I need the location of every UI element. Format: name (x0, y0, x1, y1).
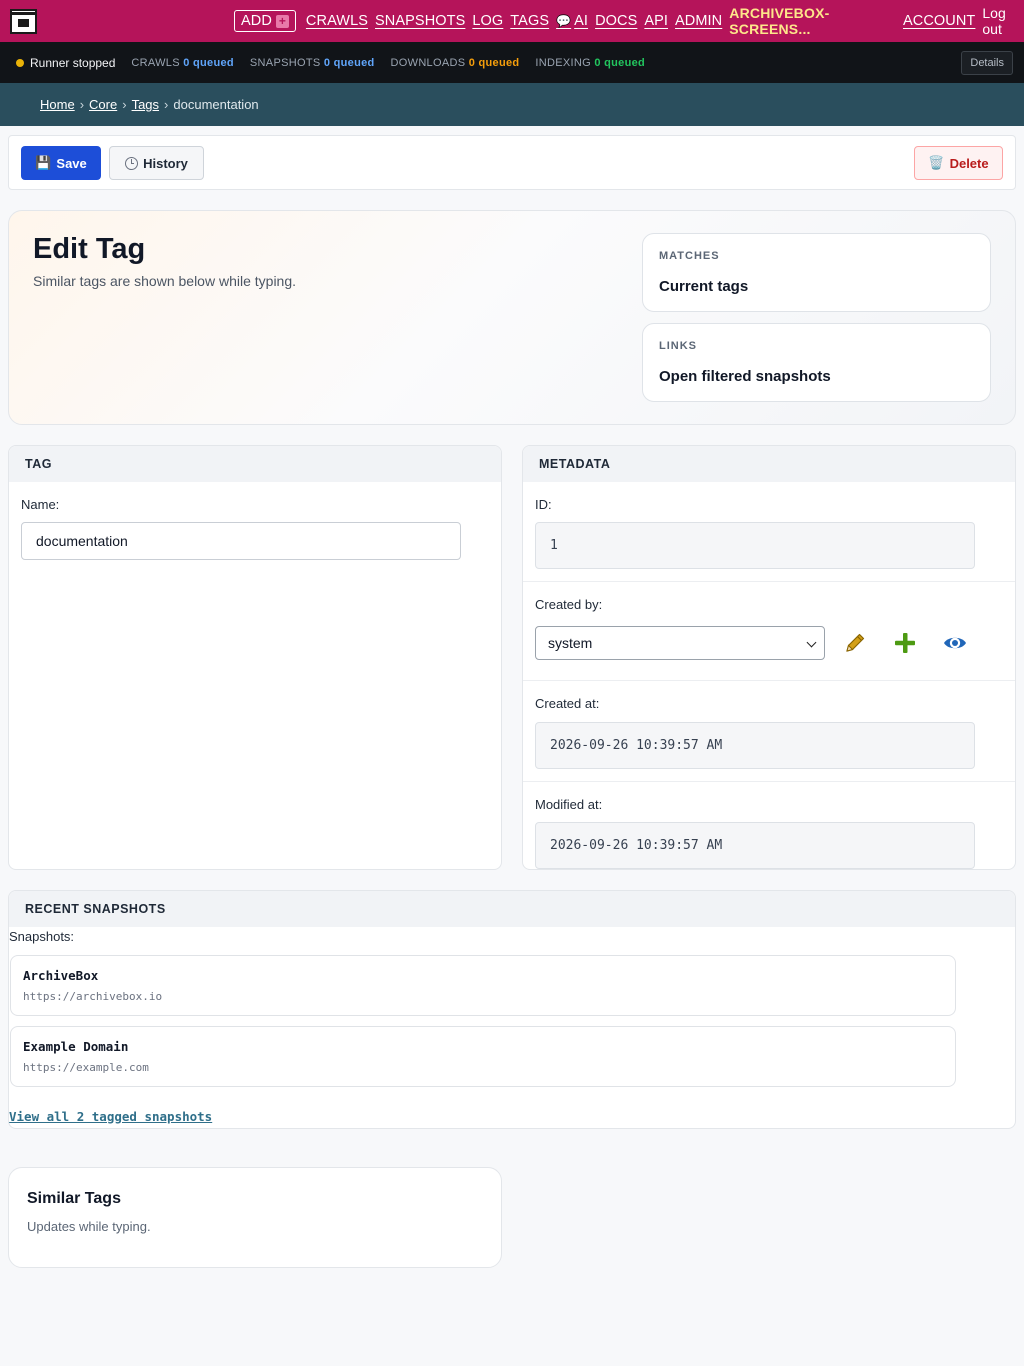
status-bar: Runner stopped CRAWLS 0 queued SNAPSHOTS… (0, 42, 1024, 83)
created-by-select[interactable]: system (535, 626, 825, 660)
metadata-panel-header: METADATA (523, 446, 1015, 482)
chevron-down-icon (806, 637, 817, 648)
save-button[interactable]: 💾 Save (21, 146, 101, 180)
runner-status: Runner stopped (30, 55, 116, 70)
modified-at-value: 2026-09-26 10:39:57 AM (535, 822, 975, 869)
breadcrumb-separator: › (122, 97, 127, 112)
tag-panel-header: TAG (9, 446, 501, 482)
instance-brand[interactable]: ARCHIVEBOX-SCREENS... (729, 5, 891, 37)
id-value: 1 (535, 522, 975, 569)
page-title: Edit Tag (33, 233, 146, 265)
snapshot-url: https://archivebox.io (23, 990, 163, 1003)
delete-label: Delete (949, 155, 989, 171)
similar-tags-subtitle: Updates while typing. (27, 1219, 151, 1234)
created-by-selected: system (548, 635, 593, 651)
matches-card-label: MATCHES (659, 250, 720, 262)
snapshots-stat-label: SNAPSHOTS (249, 56, 321, 69)
divider (523, 680, 1015, 681)
id-label: ID: (535, 497, 552, 512)
pencil-icon[interactable] (843, 631, 867, 655)
add-label: ADD (241, 13, 272, 29)
recent-snapshots-panel: RECENT SNAPSHOTS Snapshots: ArchiveBox h… (8, 890, 1016, 1129)
crawls-stat-value: 0 queued (183, 56, 234, 69)
similar-tags-card: Similar Tags Updates while typing. (8, 1167, 502, 1268)
trash-icon: 🗑️ (928, 155, 945, 170)
downloads-stat: DOWNLOADS 0 queued (391, 57, 520, 69)
divider (523, 781, 1015, 782)
runner-status-dot (16, 58, 24, 67)
breadcrumb-separator: › (164, 97, 169, 112)
indexing-stat-value: 0 queued (594, 56, 646, 69)
plus-icon: + (275, 14, 289, 28)
edit-tag-hero: Edit Tag Similar tags are shown below wh… (8, 210, 1016, 425)
page-subtitle: Similar tags are shown below while typin… (33, 273, 297, 289)
links-card[interactable]: LINKS Open filtered snapshots (642, 323, 991, 402)
nav-link-docs[interactable]: DOCS (595, 13, 637, 29)
save-label: Save (56, 155, 87, 171)
snapshot-url: https://example.com (23, 1061, 149, 1074)
matches-card[interactable]: MATCHES Current tags (642, 233, 991, 312)
recent-snapshots-header: RECENT SNAPSHOTS (9, 891, 1015, 927)
top-nav: ADD + CRAWLS SNAPSHOTS LOG TAGS 💬 AI DOCS… (0, 0, 1024, 42)
nav-link-crawls[interactable]: CRAWLS (306, 13, 368, 29)
logout-link[interactable]: Log out (982, 5, 1024, 37)
breadcrumb: Home › Core › Tags › documentation (0, 83, 1024, 126)
links-card-label: LINKS (659, 340, 697, 352)
nav-link-admin[interactable]: ADMIN (675, 13, 722, 29)
nav-link-api[interactable]: API (644, 13, 668, 29)
nav-link-ai[interactable]: 💬 AI (556, 13, 588, 29)
breadcrumb-home[interactable]: Home (40, 97, 75, 112)
links-card-value: Open filtered snapshots (659, 368, 831, 385)
created-at-label: Created at: (535, 696, 600, 711)
history-label: History (143, 155, 188, 171)
divider (523, 581, 1015, 582)
indexing-stat-label: INDEXING (535, 56, 591, 69)
breadcrumb-core[interactable]: Core (89, 97, 117, 112)
downloads-stat-label: DOWNLOADS (390, 56, 466, 69)
tag-panel: TAG Name: documentation (8, 445, 502, 870)
similar-tags-title: Similar Tags (27, 1190, 121, 1207)
crawls-stat: CRAWLS 0 queued (131, 57, 234, 69)
clock-icon (125, 156, 139, 170)
nav-link-snapshots[interactable]: SNAPSHOTS (375, 13, 465, 29)
plus-icon[interactable] (893, 631, 917, 655)
actions-bar: 💾 Save History 🗑️ Delete (8, 135, 1016, 190)
nav-link-log[interactable]: LOG (472, 13, 503, 29)
archivebox-logo-icon[interactable] (10, 9, 37, 34)
breadcrumb-tags[interactable]: Tags (132, 97, 159, 112)
history-button[interactable]: History (109, 146, 204, 180)
created-by-label: Created by: (535, 597, 603, 612)
name-input[interactable]: documentation (21, 522, 461, 560)
details-button[interactable]: Details (961, 51, 1013, 75)
created-at-value: 2026-09-26 10:39:57 AM (535, 722, 975, 769)
delete-button[interactable]: 🗑️ Delete (914, 146, 1003, 180)
snapshots-stat: SNAPSHOTS 0 queued (250, 57, 375, 69)
downloads-stat-value: 0 queued (468, 56, 520, 69)
breadcrumb-separator: › (79, 97, 85, 112)
snapshot-title: Example Domain (23, 1039, 129, 1054)
nav-link-tags[interactable]: TAGS (510, 13, 549, 29)
nav-link-ai-label: AI (574, 13, 589, 29)
snapshots-stat-value: 0 queued (323, 56, 375, 69)
snapshots-label: Snapshots: (9, 929, 75, 944)
crawls-stat-label: CRAWLS (131, 56, 180, 69)
breadcrumb-current: documentation (173, 97, 259, 112)
add-button[interactable]: ADD + (234, 10, 296, 32)
snapshot-card[interactable]: Example Domain https://example.com (10, 1026, 956, 1087)
name-label: Name: (21, 497, 60, 512)
floppy-disk-icon: 💾 (35, 155, 52, 170)
chat-bubble-icon: 💬 (556, 14, 572, 28)
indexing-stat: INDEXING 0 queued (535, 57, 645, 69)
nav-links: ADD + CRAWLS SNAPSHOTS LOG TAGS 💬 AI DOCS… (234, 0, 1024, 42)
snapshot-title: ArchiveBox (23, 968, 99, 983)
eye-icon[interactable] (943, 631, 967, 655)
snapshot-card[interactable]: ArchiveBox https://archivebox.io (10, 955, 956, 1016)
modified-at-label: Modified at: (535, 797, 603, 812)
view-all-snapshots-link[interactable]: View all 2 tagged snapshots (9, 1109, 212, 1124)
metadata-panel: METADATA ID: 1 Created by: system Create… (522, 445, 1016, 870)
nav-link-account[interactable]: ACCOUNT (903, 13, 975, 29)
matches-card-value: Current tags (659, 278, 749, 295)
